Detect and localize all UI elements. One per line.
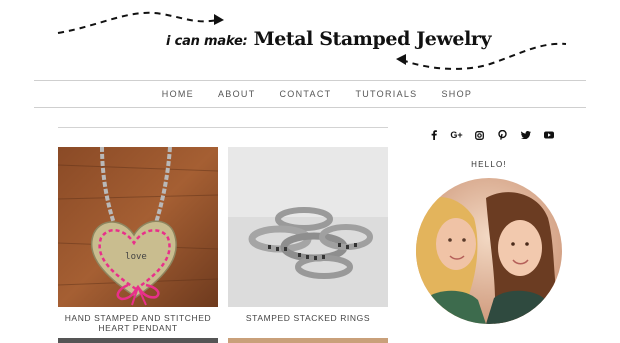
next-post-thumbnail[interactable] xyxy=(58,338,218,343)
avatar xyxy=(416,178,562,324)
twitter-icon[interactable] xyxy=(514,129,537,141)
pinterest-icon[interactable] xyxy=(491,129,514,141)
heart-pendant-image: love xyxy=(58,147,218,307)
post-title[interactable]: STAMPED STACKED RINGS xyxy=(228,313,388,323)
logo-title: Metal Stamped Jewelry xyxy=(253,28,492,50)
sidebar-hello-title: HELLO! xyxy=(471,160,507,169)
nav-item-tutorials[interactable]: TUTORIALS xyxy=(355,89,417,99)
google-plus-icon[interactable]: G+ xyxy=(445,129,468,141)
content-divider xyxy=(58,127,388,128)
instagram-icon[interactable] xyxy=(468,129,491,141)
nav-item-shop[interactable]: SHOP xyxy=(441,89,472,99)
facebook-icon[interactable] xyxy=(422,129,445,141)
site-logo[interactable]: i can make: Metal Stamped Jewelry xyxy=(166,28,492,50)
youtube-icon[interactable] xyxy=(537,129,560,141)
post-card-heart-pendant[interactable]: love HAND STAMPED AND STITCHED HEART PEN… xyxy=(58,147,218,333)
next-post-thumbnail[interactable] xyxy=(228,338,388,343)
stacked-rings-image xyxy=(228,147,388,307)
post-thumbnail[interactable] xyxy=(228,147,388,307)
nav-item-contact[interactable]: CONTACT xyxy=(280,89,332,99)
pendant-stamp-text: love xyxy=(125,252,147,262)
nav-item-home[interactable]: HOME xyxy=(162,89,194,99)
logo-prefix: i can make: xyxy=(166,34,248,49)
social-links: G+ xyxy=(422,129,560,141)
post-card-stacked-rings[interactable]: STAMPED STACKED RINGS xyxy=(228,147,388,323)
nav-item-about[interactable]: ABOUT xyxy=(218,89,256,99)
main-nav: HOME ABOUT CONTACT TUTORIALS SHOP xyxy=(34,80,586,108)
post-thumbnail[interactable]: love xyxy=(58,147,218,307)
author-photo xyxy=(416,178,562,324)
site-header: i can make: Metal Stamped Jewelry xyxy=(0,0,620,80)
post-title[interactable]: HAND STAMPED AND STITCHED HEART PENDANT xyxy=(58,313,218,333)
